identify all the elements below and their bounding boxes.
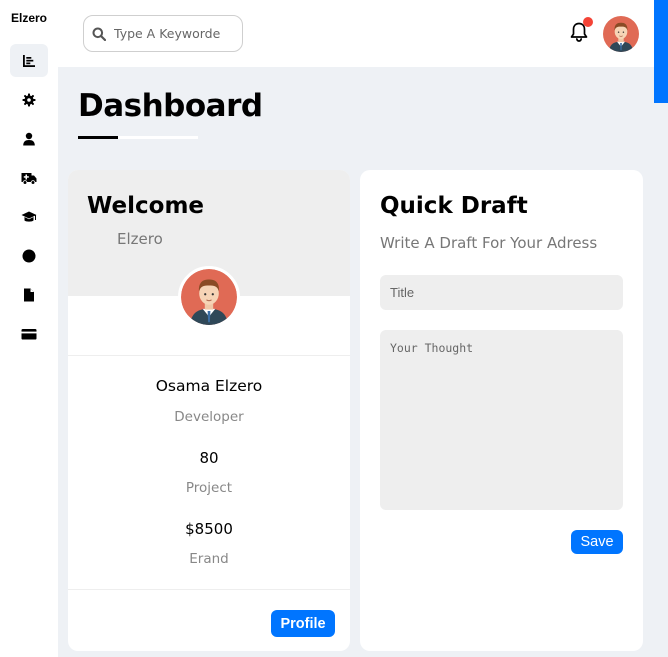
graduation-cap-icon <box>21 211 37 222</box>
welcome-card: Welcome Elzero Osama Elzero Developer 80… <box>68 170 350 651</box>
avatar <box>178 266 240 328</box>
top-bar <box>58 0 668 67</box>
notification-badge <box>583 17 593 27</box>
sidebar-item-plans[interactable] <box>10 317 48 350</box>
profile-button[interactable]: Profile <box>271 610 335 637</box>
earned-label: Erand <box>189 551 229 567</box>
sidebar-item-dashboard[interactable] <box>10 44 48 77</box>
search-box[interactable] <box>83 15 243 52</box>
welcome-subtitle: Elzero <box>117 230 163 248</box>
projects-count: 80 <box>199 449 219 467</box>
projects-label: Project <box>185 480 233 496</box>
draft-title: Quick Draft <box>380 193 528 219</box>
sidebar: Elzero <box>0 0 58 657</box>
sidebar-item-files[interactable] <box>10 278 48 311</box>
draft-title-input[interactable] <box>380 275 623 310</box>
sidebar-item-settings[interactable] <box>10 83 48 116</box>
divider <box>68 355 350 356</box>
draft-subtitle: Write A Draft For Your Adress <box>380 234 598 252</box>
title-underline-accent <box>78 136 118 139</box>
sidebar-item-projects[interactable] <box>10 161 48 194</box>
file-icon <box>24 288 34 301</box>
search-input[interactable] <box>114 26 239 41</box>
avatar[interactable] <box>603 16 639 52</box>
quick-draft-card: Quick Draft Write A Draft For Your Adres… <box>360 170 643 651</box>
circle-icon <box>22 249 36 262</box>
sidebar-item-profile[interactable] <box>10 122 48 155</box>
brand-title: Elzero <box>10 11 47 25</box>
search-icon <box>92 27 106 41</box>
user-role: Developer <box>174 409 244 425</box>
ambulance-icon <box>21 172 37 185</box>
divider <box>68 589 350 590</box>
gear-icon <box>22 93 36 106</box>
credit-card-icon <box>21 328 37 339</box>
save-button[interactable]: Save <box>571 530 623 554</box>
earned-value: $8500 <box>185 520 233 538</box>
scrollbar-thumb[interactable] <box>654 0 668 103</box>
welcome-title: Welcome <box>87 193 205 219</box>
user-icon <box>23 132 35 145</box>
page-title: Dashboard <box>78 88 263 124</box>
sidebar-item-courses[interactable] <box>10 200 48 233</box>
chart-bar-icon <box>23 54 35 67</box>
user-name: Osama Elzero <box>155 377 263 395</box>
draft-thought-textarea[interactable] <box>380 330 623 510</box>
sidebar-item-friends[interactable] <box>10 239 48 272</box>
